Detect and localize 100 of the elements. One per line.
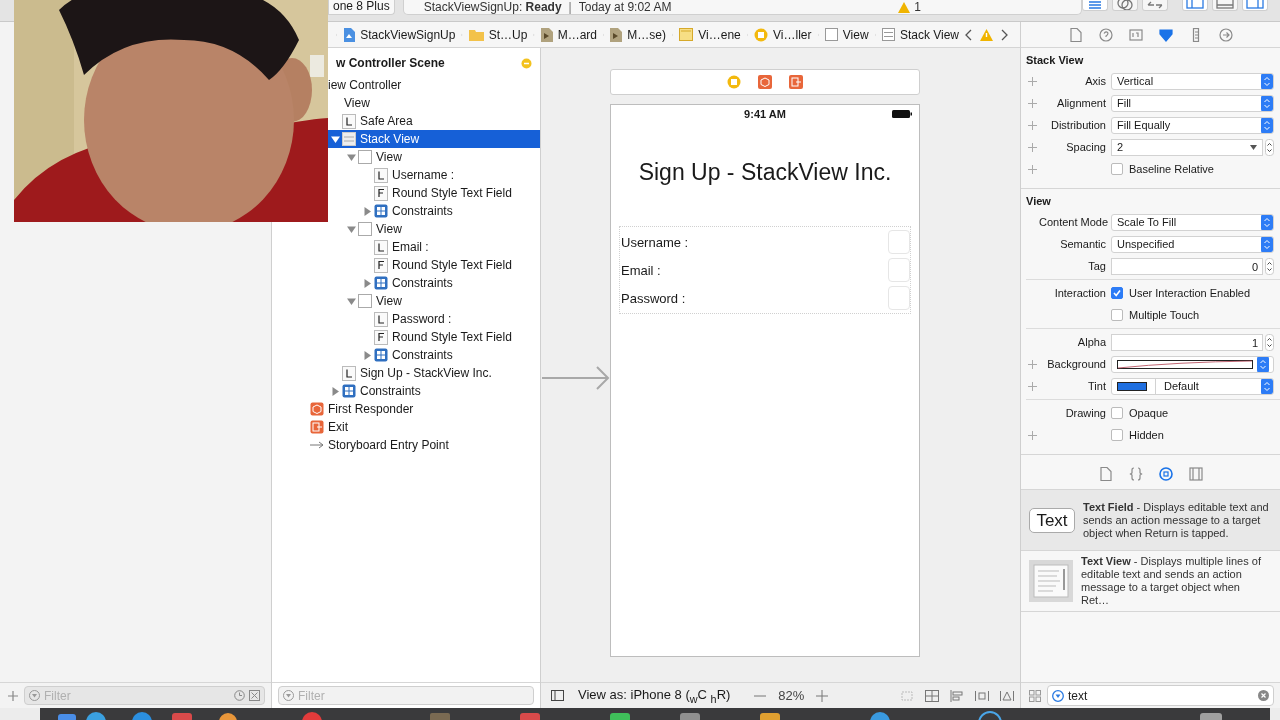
attributes-icon[interactable] — [1158, 27, 1173, 42]
breadcrumb-item[interactable]: M…ard — [540, 27, 598, 42]
combo-box[interactable]: 2 — [1111, 138, 1263, 156]
help-icon[interactable] — [1098, 27, 1113, 42]
pin-icon[interactable] — [975, 689, 989, 702]
outline-item[interactable]: Safe Area — [328, 112, 540, 130]
checkbox[interactable] — [1111, 163, 1123, 175]
popup-button[interactable]: Fill Equally — [1111, 116, 1274, 134]
circles-icon[interactable] — [1112, 0, 1138, 11]
entry-arrow[interactable] — [542, 365, 610, 391]
checkbox[interactable] — [1111, 287, 1123, 299]
add-icon[interactable] — [1027, 164, 1037, 174]
stack-view[interactable]: Username : Email : Password : — [619, 226, 911, 314]
breadcrumb-item[interactable]: Vi…ller — [754, 27, 812, 42]
box-icon[interactable] — [249, 690, 260, 701]
filter-field[interactable]: Filter — [298, 688, 529, 703]
outline-item[interactable]: Constraints — [328, 202, 540, 220]
grid-view-icon[interactable] — [1029, 689, 1041, 702]
popup-button[interactable]: Scale To Fill — [1111, 213, 1274, 231]
zoom-out-icon[interactable] — [754, 694, 767, 697]
clock-icon[interactable] — [234, 690, 245, 701]
outline-item[interactable]: Exit — [272, 418, 540, 436]
warning-icon[interactable] — [980, 28, 993, 41]
cube-icon[interactable] — [758, 75, 772, 89]
outline-item[interactable]: View — [328, 148, 540, 166]
disclosure-triangle-icon[interactable] — [363, 206, 372, 216]
stepper[interactable] — [1265, 138, 1274, 156]
color-well[interactable] — [1111, 355, 1274, 373]
search-field[interactable]: text — [1047, 685, 1274, 706]
add-icon[interactable] — [1027, 120, 1037, 130]
circle-icon[interactable] — [727, 75, 741, 89]
object-icon[interactable] — [1158, 467, 1173, 481]
document-icon[interactable] — [1068, 27, 1083, 42]
outline-item[interactable]: View — [272, 220, 540, 238]
add-icon[interactable] — [1027, 430, 1037, 440]
zoom-in-icon[interactable] — [816, 689, 829, 702]
document-icon[interactable] — [1098, 467, 1113, 481]
outline-item[interactable]: Round Style Text Field — [328, 184, 540, 202]
add-icon[interactable] — [1027, 381, 1037, 391]
outline-item[interactable]: Stack View — [328, 130, 540, 148]
align-icon[interactable] — [950, 689, 964, 702]
breadcrumb-item[interactable]: Vi…ene — [679, 27, 741, 42]
popup-button[interactable]: Fill — [1111, 94, 1274, 112]
checkbox[interactable] — [1111, 309, 1123, 321]
text-field[interactable] — [888, 286, 910, 310]
outline-item[interactable]: Password : — [272, 310, 540, 328]
number-field[interactable]: 1 — [1111, 333, 1263, 351]
disclosure-triangle-icon[interactable] — [363, 278, 372, 288]
add-icon[interactable] — [1027, 359, 1037, 369]
braces-icon[interactable] — [1128, 467, 1143, 481]
color-popup[interactable]: Default — [1111, 377, 1274, 395]
breadcrumb-item[interactable]: StackViewSignUp — [343, 27, 456, 42]
panel-right-icon[interactable] — [1242, 0, 1268, 11]
film-icon[interactable] — [1188, 467, 1203, 481]
outline-item[interactable]: Round Style Text Field — [272, 328, 540, 346]
lines-icon[interactable] — [1082, 0, 1108, 11]
scheme-selector[interactable]: one 8 Plus — [328, 0, 395, 15]
library-item[interactable]: Text Text Field - Displays editable text and sends an action message to a target object when Return is tapped. — [1021, 490, 1280, 551]
text-field[interactable] — [888, 230, 910, 254]
disclosure-triangle-icon[interactable] — [363, 350, 372, 360]
forward-icon[interactable] — [1001, 28, 1008, 41]
add-icon[interactable] — [8, 690, 18, 701]
back-icon[interactable] — [965, 28, 972, 41]
outline-item[interactable]: Constraints — [272, 274, 540, 292]
popup-button[interactable]: Vertical — [1111, 72, 1274, 90]
outline-item[interactable]: View — [328, 94, 540, 112]
device-selector[interactable]: View as: iPhone 8 ($_{w}$C $_{h}$R) — [578, 686, 731, 705]
disclosure-triangle-icon[interactable] — [331, 386, 340, 396]
number-field[interactable]: 0 — [1111, 257, 1263, 275]
panel-bottom-icon[interactable] — [1212, 0, 1238, 11]
sidebar-toggle-icon[interactable] — [551, 690, 564, 701]
outline-item[interactable]: View — [272, 292, 540, 310]
disclosure-triangle-icon[interactable] — [347, 152, 356, 162]
add-icon[interactable] — [1027, 98, 1037, 108]
outline-item[interactable]: First Responder — [272, 400, 540, 418]
clear-icon[interactable] — [1258, 690, 1269, 701]
exit-icon[interactable] — [789, 75, 803, 89]
panel-left-icon[interactable] — [1182, 0, 1208, 11]
outline-item[interactable]: Round Style Text Field — [272, 256, 540, 274]
library-item[interactable]: Text View - Displays multiple lines of editable text and sends an action message to a target object when Ret… — [1021, 551, 1280, 612]
breadcrumb-item[interactable]: St…Up — [468, 27, 528, 42]
outline-item[interactable]: Sign Up - StackView Inc. — [272, 364, 540, 382]
stepper[interactable] — [1265, 333, 1274, 351]
scene-title[interactable]: w Controller Scene — [336, 56, 445, 70]
disclosure-triangle-icon[interactable] — [347, 296, 356, 306]
popup-button[interactable]: Unspecified — [1111, 235, 1274, 253]
outline-item[interactable]: Storyboard Entry Point — [272, 436, 540, 454]
outline-item[interactable]: iew Controller — [328, 76, 540, 94]
connections-icon[interactable] — [1218, 27, 1233, 42]
disclosure-triangle-icon[interactable] — [347, 224, 356, 234]
id-card-icon[interactable] — [1128, 27, 1143, 42]
breadcrumb-item[interactable]: View — [824, 27, 869, 42]
checkbox[interactable] — [1111, 429, 1123, 441]
add-icon[interactable] — [1027, 142, 1037, 152]
outline-item[interactable]: Email : — [272, 238, 540, 256]
outline-item[interactable]: Username : — [328, 166, 540, 184]
checkbox[interactable] — [1111, 407, 1123, 419]
update-frames-icon[interactable] — [925, 689, 939, 702]
breadcrumb-item[interactable]: M…se) — [610, 27, 666, 42]
breadcrumb-item[interactable]: Stack View — [881, 27, 959, 42]
